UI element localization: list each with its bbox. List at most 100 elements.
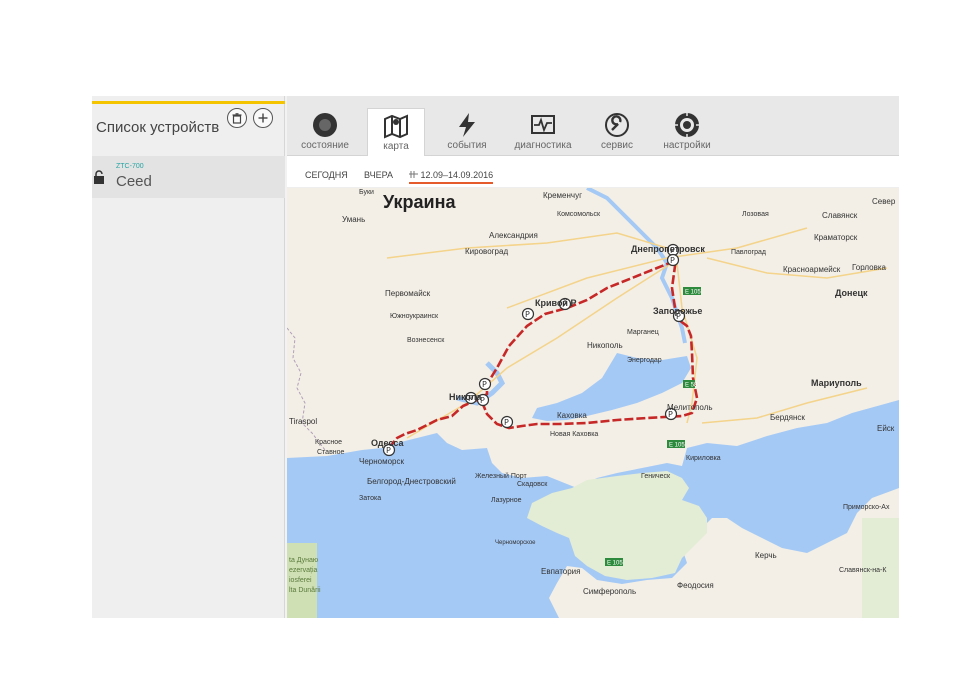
city-label: Приморско-Ах <box>843 504 890 511</box>
tab-events[interactable]: события <box>437 108 497 156</box>
area-label: iosferei <box>289 577 312 584</box>
parking-marker[interactable]: P <box>666 253 680 267</box>
city-label: Мариуполь <box>811 378 862 388</box>
city-label: Геническ <box>641 473 671 480</box>
lock-icon <box>94 170 104 184</box>
map-icon <box>384 114 408 139</box>
area-label: ta Дунаю <box>289 557 318 564</box>
city-label: Лозовая <box>742 211 769 218</box>
parking-marker[interactable]: P <box>521 307 535 321</box>
delete-device-button[interactable] <box>227 108 247 128</box>
route-map[interactable]: P P P P P P P P P P P Украина Кременчуг … <box>287 188 899 618</box>
city-label: Керчь <box>755 551 777 560</box>
city-label: Первомайск <box>385 289 431 298</box>
city-label: Кременчуг <box>543 191 582 200</box>
device-list-item[interactable]: ZTC-700 Ceed <box>92 156 285 198</box>
city-label: Донецк <box>835 288 868 298</box>
city-label: Евпатория <box>541 567 580 576</box>
city-label: Tiraspol <box>289 417 317 426</box>
lightning-icon <box>459 113 475 137</box>
city-label: Мелитополь <box>667 403 713 412</box>
tab-label: настройки <box>663 140 711 151</box>
app-window: Список устройств ZTC-700 Ceed состояние … <box>92 96 899 618</box>
city-label: Энергодар <box>627 357 662 364</box>
city-label: Никополь <box>587 341 623 350</box>
device-model: ZTC-700 <box>116 163 144 170</box>
city-label: Днепропетровск <box>631 244 705 254</box>
sidebar-title: Список устройств <box>96 118 220 136</box>
city-label: Красноармейск <box>783 265 841 274</box>
city-label: Александрия <box>489 231 538 240</box>
city-label: Умань <box>342 215 365 224</box>
city-label: Славянск-на-К <box>839 567 887 574</box>
city-label: Бердянск <box>770 413 805 422</box>
city-label: Никола <box>449 392 482 402</box>
tab-label: карта <box>383 141 409 152</box>
city-label: Лазурное <box>491 497 522 504</box>
map-canvas: P P P P P P P P P P P Украина Кременчуг … <box>287 188 899 618</box>
city-label: Павлоград <box>731 249 766 256</box>
city-label: Марганец <box>627 329 659 336</box>
road-shield-label: E 58 <box>685 383 698 389</box>
parking-marker[interactable]: P <box>478 377 492 391</box>
add-device-button[interactable] <box>253 108 273 128</box>
svg-text:P: P <box>482 380 487 389</box>
svg-text:P: P <box>525 310 530 319</box>
city-label: Железный Порт <box>475 472 527 480</box>
parking-marker[interactable]: P <box>500 415 514 429</box>
pulse-icon <box>531 115 555 134</box>
road-shield-label: E 105 <box>669 443 685 449</box>
plus-icon <box>258 113 268 123</box>
tab-bar: состояние карта события диагностика серв… <box>287 96 899 156</box>
period-yesterday[interactable]: ВЧЕРА <box>364 170 393 180</box>
period-today[interactable]: СЕГОДНЯ <box>305 170 348 180</box>
city-label: Затока <box>359 495 381 502</box>
city-label: Краматорск <box>814 233 858 242</box>
city-label: Кировоград <box>465 247 508 256</box>
calendar-icon <box>409 171 418 178</box>
city-label: Феодосия <box>677 581 714 590</box>
city-label: Красное <box>315 439 342 446</box>
country-label: Украина <box>383 192 456 212</box>
area-label: lta Dunării <box>289 587 321 594</box>
record-icon <box>313 113 337 137</box>
tab-settings[interactable]: настройки <box>655 108 719 156</box>
tab-label: состояние <box>301 140 349 151</box>
device-sidebar: Список устройств ZTC-700 Ceed <box>92 96 285 618</box>
svg-text:P: P <box>670 256 675 265</box>
city-label: Кириловка <box>686 455 721 462</box>
city-label: Скадовск <box>517 481 548 488</box>
svg-text:P: P <box>504 418 509 427</box>
city-label: Комсомольск <box>557 211 601 218</box>
city-label: Одесса <box>371 438 404 448</box>
gear-icon <box>675 113 699 137</box>
city-label: Новая Каховка <box>550 431 598 438</box>
city-label: Славянск <box>822 211 858 220</box>
tab-state[interactable]: состояние <box>295 108 355 156</box>
city-label: Горловка <box>852 263 887 272</box>
tab-diagnostics[interactable]: диагностика <box>507 108 579 156</box>
trash-icon <box>232 112 242 124</box>
wrench-icon <box>605 113 629 137</box>
area-label: ezervația <box>289 567 318 574</box>
city-label: Ставное <box>317 449 345 456</box>
tab-map[interactable]: карта <box>367 108 425 156</box>
tab-service[interactable]: сервис <box>587 108 647 156</box>
city-label: Запорожье <box>653 306 702 316</box>
city-label: Черноморское <box>495 540 536 546</box>
city-label: Симферополь <box>583 587 636 596</box>
road-shield-label: E 105 <box>607 561 623 567</box>
period-bar: СЕГОДНЯ ВЧЕРА 12.09–14.09.2016 <box>287 156 899 188</box>
city-label: Каховка <box>557 411 587 420</box>
period-range[interactable]: 12.09–14.09.2016 <box>409 170 494 184</box>
road-shield-label: E 105 <box>685 290 701 296</box>
city-label: Кривой Р <box>535 298 576 308</box>
tab-label: сервис <box>600 140 634 151</box>
city-label: Вознесенск <box>407 337 445 344</box>
city-label: Север <box>872 197 896 206</box>
tab-label: события <box>447 140 487 151</box>
city-label: Черноморск <box>359 457 404 466</box>
period-range-text: 12.09–14.09.2016 <box>420 170 494 180</box>
city-label: Белгород-Днестровский <box>367 477 456 486</box>
city-label: Южноукраинск <box>390 313 439 320</box>
